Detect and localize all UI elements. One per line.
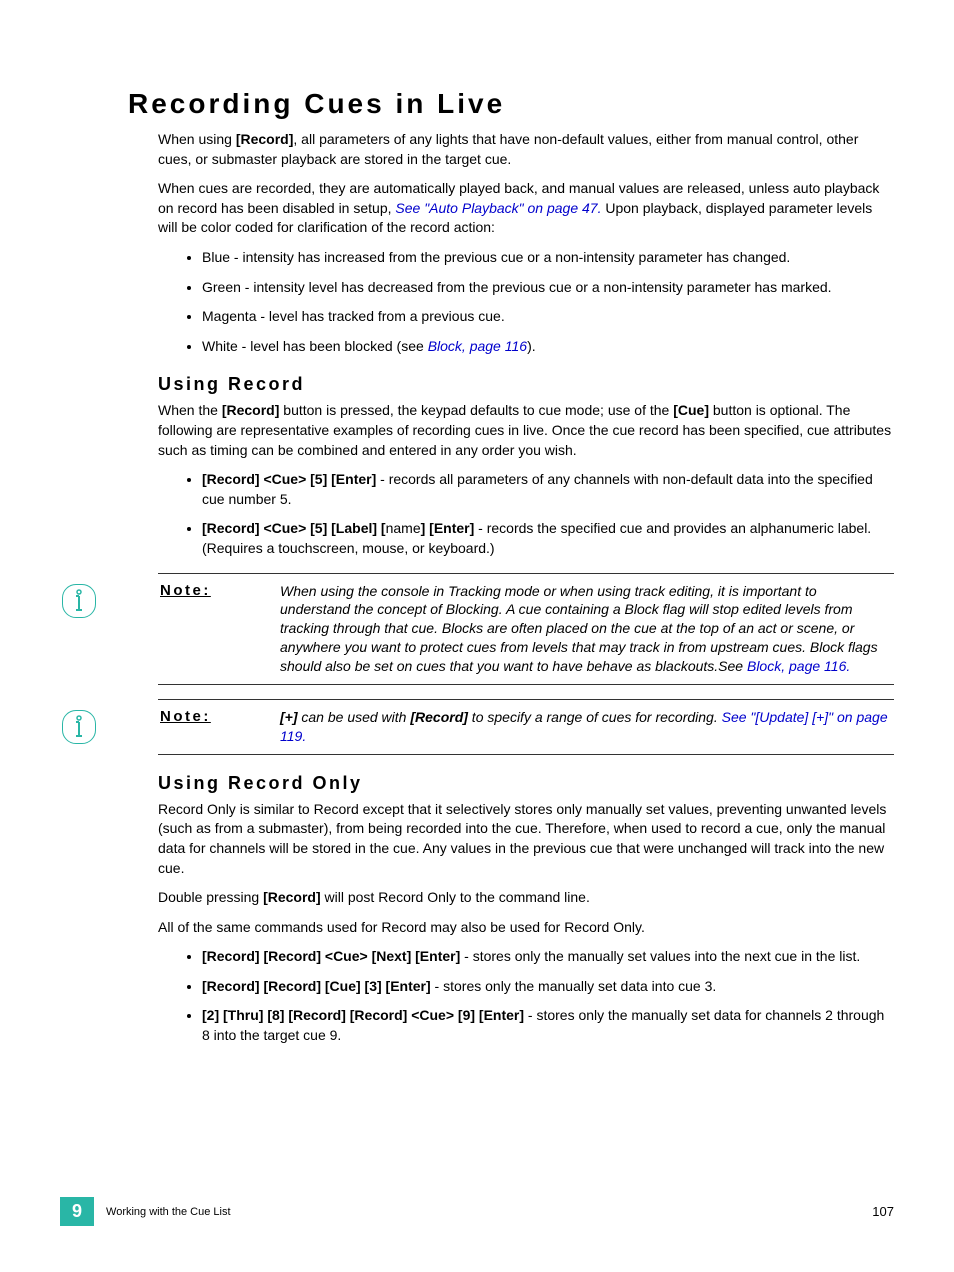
record-key: [Record] <box>222 402 280 418</box>
note-row: Note: When using the console in Tracking… <box>60 574 894 684</box>
info-icon <box>62 584 96 618</box>
text: can be used with <box>298 709 411 725</box>
note-icon-wrap <box>60 708 160 744</box>
text: ). <box>527 338 536 354</box>
link-block[interactable]: Block, page 116. <box>747 658 850 674</box>
list-item: Magenta - level has tracked from a previ… <box>202 307 894 327</box>
divider <box>158 754 894 755</box>
text: When using <box>158 131 236 147</box>
record-only-paragraph-2: Double pressing [Record] will post Recor… <box>158 888 894 908</box>
link-block[interactable]: Block, page 116 <box>428 338 527 354</box>
info-icon <box>62 710 96 744</box>
document-page: Recording Cues in Live When using [Recor… <box>0 0 954 1272</box>
note-label: Note: <box>160 582 280 599</box>
command: [Record] [Record] [Cue] [3] [Enter] <box>202 978 431 994</box>
note-row: Note: [+] can be used with [Record] to s… <box>60 700 894 754</box>
cue-key: [Cue] <box>673 402 709 418</box>
command: [Record] <Cue> [5] [Enter] <box>202 471 376 487</box>
note-block-tracking: Note: When using the console in Tracking… <box>60 573 894 685</box>
plus-key: [+] <box>280 709 298 725</box>
content-area: Recording Cues in Live When using [Recor… <box>128 88 894 1046</box>
text: button is pressed, the keypad defaults t… <box>279 402 673 418</box>
record-only-examples-list: [Record] [Record] <Cue> [Next] [Enter] -… <box>182 947 894 1045</box>
page-number: 107 <box>872 1204 894 1219</box>
list-item: [Record] [Record] <Cue> [Next] [Enter] -… <box>202 947 894 967</box>
record-only-paragraph-1: Record Only is similar to Record except … <box>158 800 894 878</box>
color-code-list: Blue - intensity has increased from the … <box>182 248 894 356</box>
record-key: [Record] <box>263 889 321 905</box>
text: name <box>386 520 421 536</box>
list-item: Green - intensity level has decreased fr… <box>202 278 894 298</box>
list-item: [Record] [Record] [Cue] [3] [Enter] - st… <box>202 977 894 997</box>
note-body: When using the console in Tracking mode … <box>280 582 894 676</box>
intro-paragraph-2: When cues are recorded, they are automat… <box>158 179 894 238</box>
record-examples-list: [Record] <Cue> [5] [Enter] - records all… <box>182 470 894 558</box>
text: White - level has been blocked (see <box>202 338 428 354</box>
list-item: [2] [Thru] [8] [Record] [Record] <Cue> [… <box>202 1006 894 1045</box>
list-item: White - level has been blocked (see Bloc… <box>202 337 894 357</box>
command: [Record] <Cue> [5] [Label] [ <box>202 520 386 536</box>
heading-using-record: Using Record <box>158 374 894 395</box>
text: When the <box>158 402 222 418</box>
text: - stores only the manually set values in… <box>460 948 860 964</box>
command: [Record] [Record] <Cue> [Next] [Enter] <box>202 948 460 964</box>
page-footer: 9 Working with the Cue List 107 <box>60 1197 894 1226</box>
command: [2] [Thru] [8] [Record] [Record] <Cue> [… <box>202 1007 524 1023</box>
record-key: [Record] <box>236 131 294 147</box>
text: to specify a range of cues for recording… <box>468 709 722 725</box>
intro-paragraph-1: When using [Record], all parameters of a… <box>158 130 894 169</box>
using-record-paragraph: When the [Record] button is pressed, the… <box>158 401 894 460</box>
list-item: [Record] <Cue> [5] [Label] [name] [Enter… <box>202 519 894 558</box>
text: will post Record Only to the command lin… <box>321 889 590 905</box>
record-key: [Record] <box>410 709 468 725</box>
chapter-number: 9 <box>60 1197 94 1226</box>
footer-section-title: Working with the Cue List <box>106 1206 872 1218</box>
note-icon-wrap <box>60 582 160 618</box>
note-body: [+] can be used with [Record] to specify… <box>280 708 894 746</box>
link-auto-playback[interactable]: See "Auto Playback" on page 47. <box>395 200 601 216</box>
note-block-plus: Note: [+] can be used with [Record] to s… <box>60 699 894 755</box>
record-only-paragraph-3: All of the same commands used for Record… <box>158 918 894 938</box>
heading-using-record-only: Using Record Only <box>158 773 894 794</box>
command: ] [Enter] <box>421 520 475 536</box>
note-label: Note: <box>160 708 280 725</box>
text: Double pressing <box>158 889 263 905</box>
page-title: Recording Cues in Live <box>128 88 894 120</box>
list-item: [Record] <Cue> [5] [Enter] - records all… <box>202 470 894 509</box>
text: - stores only the manually set data into… <box>431 978 717 994</box>
list-item: Blue - intensity has increased from the … <box>202 248 894 268</box>
divider <box>158 684 894 685</box>
